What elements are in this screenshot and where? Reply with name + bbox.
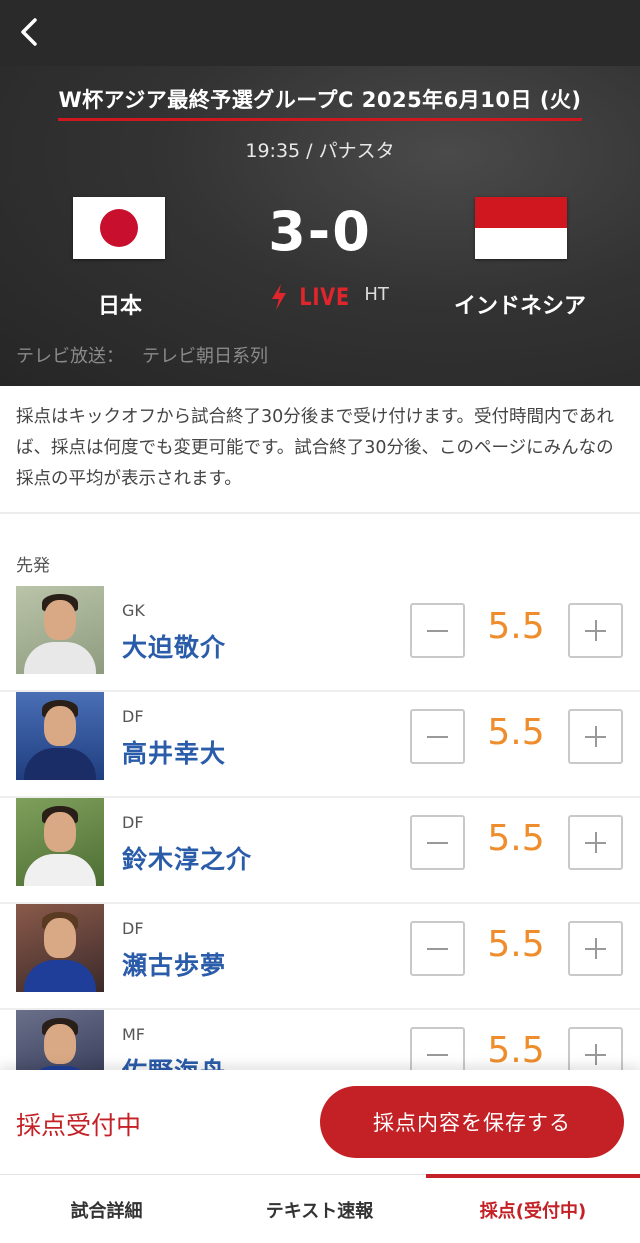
player-row: DF 高井幸大 5.5 <box>0 692 640 798</box>
tab-match-details[interactable]: 試合詳細 <box>0 1175 213 1243</box>
player-row: GK 大迫敬介 5.5 <box>0 586 640 692</box>
decrease-score-button[interactable] <box>410 603 465 658</box>
tab-ratings[interactable]: 採点(受付中) <box>426 1174 640 1243</box>
chevron-left-icon <box>21 18 37 46</box>
lightning-icon <box>272 284 287 310</box>
match-header: W杯アジア最終予選グループC 2025年6月10日 (火) 19:35 / パナ… <box>0 0 640 386</box>
home-team-name: 日本 <box>97 294 142 319</box>
indonesia-flag-icon <box>475 197 567 259</box>
player-row: DF 瀬古歩夢 5.5 <box>0 904 640 1010</box>
decrease-score-button[interactable] <box>410 921 465 976</box>
player-position: GK <box>122 601 145 620</box>
save-bar: 採点受付中 採点内容を保存する <box>0 1070 640 1174</box>
save-ratings-button[interactable]: 採点内容を保存する <box>320 1086 624 1158</box>
player-position: DF <box>122 707 144 726</box>
japan-flag-icon <box>73 197 165 259</box>
player-name[interactable]: 高井幸大 <box>122 734 226 770</box>
decrease-score-button[interactable] <box>410 709 465 764</box>
player-score: 5.5 <box>487 712 545 753</box>
player-photo <box>16 798 104 886</box>
player-score: 5.5 <box>487 1030 545 1071</box>
away-team-name: インドネシア <box>453 294 586 319</box>
player-position: DF <box>122 919 144 938</box>
player-photo <box>16 586 104 674</box>
player-name[interactable]: 鈴木淳之介 <box>122 840 252 876</box>
player-position: DF <box>122 813 144 832</box>
bottom-tab-bar: 試合詳細 テキスト速報 採点(受付中) <box>0 1174 640 1243</box>
rating-status: 採点受付中 <box>16 1111 142 1140</box>
increase-score-button[interactable] <box>568 921 623 976</box>
match-title: W杯アジア最終予選グループC 2025年6月10日 (火) <box>0 84 640 121</box>
tv-label: テレビ放送： <box>16 346 124 367</box>
live-indicator: LIVE HT <box>250 282 410 312</box>
player-score: 5.5 <box>487 606 545 647</box>
top-bar <box>0 0 640 66</box>
tv-broadcast: テレビ放送： テレビ朝日系列 <box>16 342 268 368</box>
match-period: HT <box>364 283 389 305</box>
player-score: 5.5 <box>487 924 545 965</box>
tab-text-updates[interactable]: テキスト速報 <box>213 1175 426 1243</box>
divider <box>0 512 640 514</box>
increase-score-button[interactable] <box>568 603 623 658</box>
tv-channel: テレビ朝日系列 <box>142 346 268 367</box>
decrease-score-button[interactable] <box>410 815 465 870</box>
player-score: 5.5 <box>487 818 545 859</box>
player-position: MF <box>122 1025 146 1044</box>
rating-notice: 採点はキックオフから試合終了30分後まで受け付けます。受付時間内であれば、採点は… <box>16 407 614 489</box>
section-starters: 先発 <box>16 556 50 576</box>
increase-score-button[interactable] <box>568 815 623 870</box>
player-photo <box>16 692 104 780</box>
match-title-text: W杯アジア最終予選グループC 2025年6月10日 (火) <box>58 88 582 121</box>
back-button[interactable] <box>8 10 52 54</box>
player-row: DF 鈴木淳之介 5.5 <box>0 798 640 904</box>
match-time-venue: 19:35 / パナスタ <box>245 140 395 162</box>
player-photo <box>16 904 104 992</box>
match-score: 3-0 <box>268 200 372 263</box>
increase-score-button[interactable] <box>568 709 623 764</box>
player-name[interactable]: 大迫敬介 <box>122 628 226 664</box>
player-name[interactable]: 瀬古歩夢 <box>122 946 226 982</box>
live-label: LIVE <box>299 283 351 311</box>
